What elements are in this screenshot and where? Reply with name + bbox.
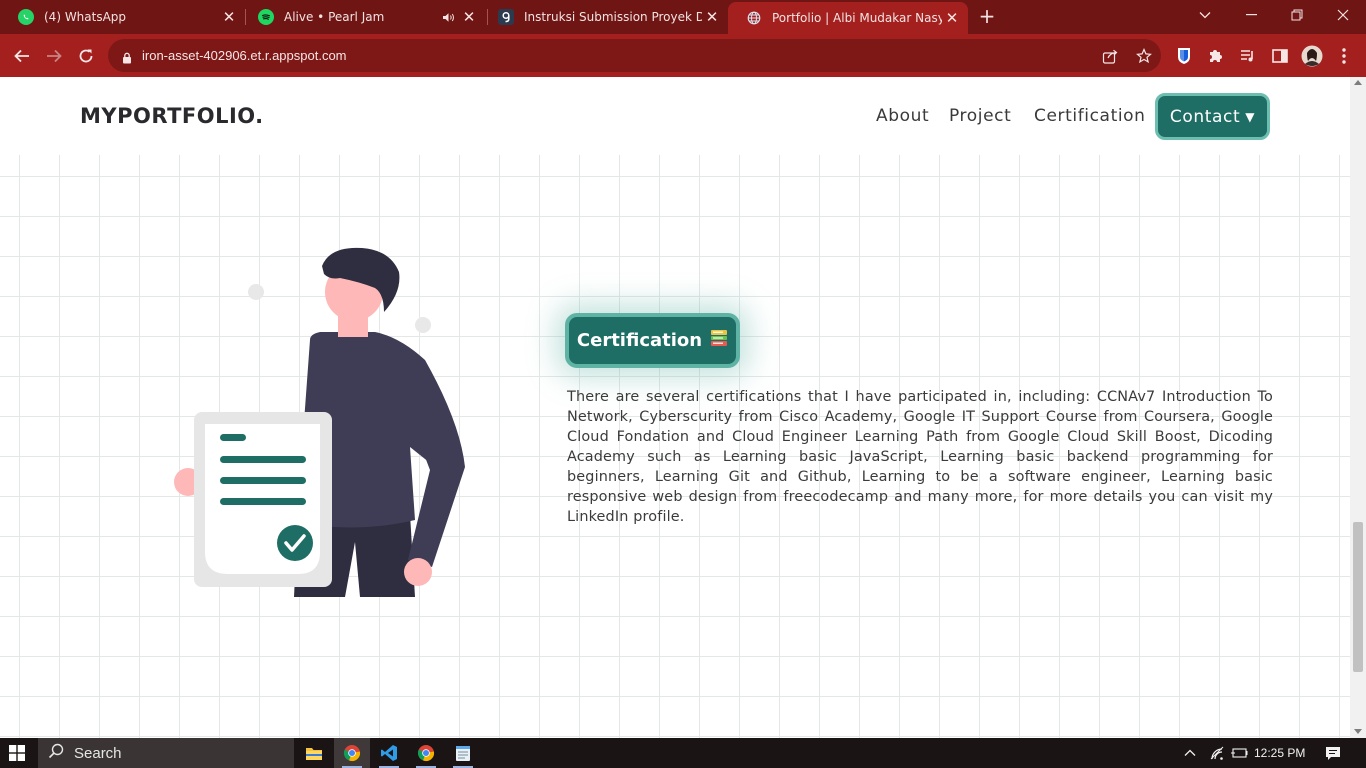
tab-title: Instruksi Submission Proyek Dep bbox=[524, 10, 702, 24]
notifications-icon[interactable] bbox=[1320, 738, 1346, 768]
address-bar[interactable]: iron-asset-402906.et.r.appspot.com bbox=[108, 39, 1161, 72]
tab-strip: (4) WhatsApp ✕ Alive • Pearl Jam ✕ Instr… bbox=[0, 0, 1366, 34]
page-viewport: MYPORTFOLIO. About Project Certification… bbox=[0, 77, 1350, 738]
nav-project-link[interactable]: Project bbox=[949, 106, 1011, 126]
close-tab-icon[interactable]: ✕ bbox=[702, 8, 722, 26]
minimize-button[interactable] bbox=[1228, 0, 1274, 30]
tab-title: (4) WhatsApp bbox=[44, 10, 127, 24]
audio-playing-icon[interactable] bbox=[437, 12, 459, 23]
side-panel-icon[interactable] bbox=[1267, 43, 1293, 69]
extensions-puzzle-icon[interactable] bbox=[1203, 43, 1229, 69]
contact-dropdown-button[interactable]: Contact ▼ bbox=[1155, 93, 1270, 140]
site-navbar: MYPORTFOLIO. About Project Certification… bbox=[0, 77, 1350, 155]
scroll-down-arrow-icon[interactable] bbox=[1354, 729, 1362, 734]
close-window-button[interactable] bbox=[1320, 0, 1366, 30]
certification-heading-badge: Certification bbox=[565, 313, 740, 368]
taskbar-clock[interactable]: 12:25 PM bbox=[1254, 746, 1305, 760]
close-tab-icon[interactable]: ✕ bbox=[219, 8, 239, 26]
dicoding-icon bbox=[498, 9, 514, 25]
site-logo[interactable]: MYPORTFOLIO. bbox=[80, 104, 264, 128]
bookmark-star-icon[interactable] bbox=[1135, 47, 1153, 65]
certificate-illustration bbox=[170, 242, 470, 606]
chrome-menu-icon[interactable] bbox=[1331, 43, 1357, 69]
chrome-icon[interactable] bbox=[408, 738, 444, 768]
whatsapp-icon bbox=[18, 9, 34, 25]
new-tab-button[interactable]: + bbox=[976, 5, 998, 27]
reload-icon[interactable] bbox=[73, 43, 99, 69]
nav-certification-link[interactable]: Certification bbox=[1034, 106, 1146, 126]
tab-spotify[interactable]: Alive • Pearl Jam ✕ bbox=[240, 0, 485, 34]
scrollbar-thumb[interactable] bbox=[1353, 522, 1363, 672]
books-icon bbox=[710, 329, 728, 352]
search-placeholder: Search bbox=[74, 744, 122, 762]
scroll-up-arrow-icon[interactable] bbox=[1354, 80, 1362, 85]
tab-whatsapp[interactable]: (4) WhatsApp ✕ bbox=[0, 0, 245, 34]
show-hidden-icons-chevron-icon[interactable] bbox=[1180, 738, 1200, 768]
back-icon[interactable] bbox=[9, 43, 35, 69]
caret-down-icon: ▼ bbox=[1245, 109, 1256, 124]
search-icon bbox=[48, 743, 64, 763]
bitwarden-extension-icon[interactable] bbox=[1171, 43, 1197, 69]
nav-about-link[interactable]: About bbox=[876, 106, 929, 126]
browser-toolbar: iron-asset-402906.et.r.appspot.com bbox=[0, 34, 1366, 77]
certification-description: There are several certifications that I … bbox=[567, 389, 1273, 525]
notepad-icon[interactable] bbox=[445, 738, 481, 768]
windows-taskbar: Search 12:25 PM bbox=[0, 738, 1366, 768]
tab-search-chevron-icon[interactable] bbox=[1182, 0, 1228, 30]
tab-portfolio[interactable]: Portfolio | Albi Mudakar Nasyabi ✕ bbox=[728, 2, 968, 34]
tab-title: Alive • Pearl Jam bbox=[284, 10, 385, 24]
url-text: iron-asset-402906.et.r.appspot.com bbox=[142, 48, 347, 63]
share-icon[interactable] bbox=[1101, 47, 1119, 65]
tab-dicoding[interactable]: Instruksi Submission Proyek Dep ✕ bbox=[480, 0, 728, 34]
contact-label: Contact bbox=[1169, 106, 1241, 127]
chrome-taskbar-icon[interactable] bbox=[334, 738, 370, 768]
certification-heading: Certification bbox=[576, 330, 703, 351]
taskbar-search-box[interactable]: Search bbox=[38, 738, 294, 768]
vscode-icon[interactable] bbox=[371, 738, 407, 768]
forward-icon[interactable] bbox=[41, 43, 67, 69]
windows-start-icon[interactable] bbox=[9, 745, 25, 765]
globe-icon bbox=[746, 10, 762, 26]
profile-avatar[interactable] bbox=[1299, 43, 1325, 69]
lock-icon[interactable] bbox=[122, 49, 132, 68]
battery-icon[interactable] bbox=[1228, 738, 1250, 768]
spotify-icon bbox=[258, 9, 274, 25]
media-control-icon[interactable] bbox=[1235, 43, 1261, 69]
tab-title: Portfolio | Albi Mudakar Nasyabi bbox=[772, 11, 942, 25]
close-tab-icon[interactable]: ✕ bbox=[942, 9, 962, 27]
page-scrollbar[interactable] bbox=[1350, 77, 1366, 738]
close-tab-icon[interactable]: ✕ bbox=[459, 8, 479, 26]
file-explorer-icon[interactable] bbox=[296, 738, 332, 768]
restore-button[interactable] bbox=[1274, 0, 1320, 30]
wifi-icon[interactable] bbox=[1206, 738, 1228, 768]
